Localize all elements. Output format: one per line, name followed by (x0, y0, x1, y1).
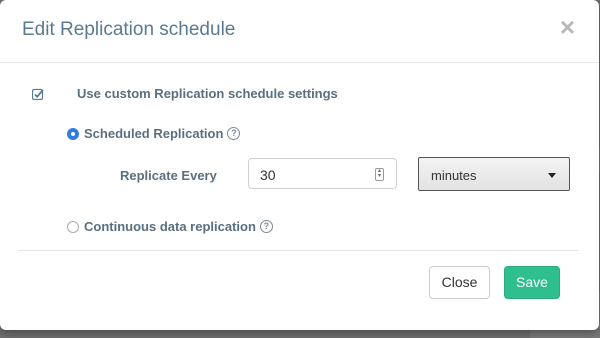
replicate-interval-value[interactable]: 30 (260, 167, 276, 183)
save-button[interactable]: Save (504, 266, 560, 299)
caret-down-icon (548, 173, 556, 178)
custom-settings-label: Use custom Replication schedule settings (77, 86, 338, 101)
modal-title: Edit Replication schedule (22, 19, 236, 40)
number-stepper-icon[interactable]: ▴ ▾ (375, 168, 384, 181)
custom-settings-row[interactable]: Use custom Replication schedule settings (32, 86, 338, 101)
scheduled-replication-radio[interactable] (67, 127, 79, 140)
scheduled-replication-option[interactable]: Scheduled Replication ? (67, 126, 241, 141)
help-icon[interactable]: ? (227, 127, 241, 140)
scheduled-replication-label: Scheduled Replication (84, 126, 224, 141)
replicate-every-label: Replicate Every (120, 168, 217, 183)
replicate-interval-input[interactable]: 30 ▴ ▾ (248, 158, 397, 189)
close-icon[interactable]: × (560, 14, 575, 40)
checkbox-checked-icon[interactable] (32, 88, 44, 100)
footer-divider (18, 250, 579, 251)
continuous-replication-radio[interactable] (67, 220, 79, 233)
continuous-replication-option[interactable]: Continuous data replication ? (67, 219, 273, 234)
replication-schedule-modal: Edit Replication schedule × Use custom R… (0, 0, 599, 330)
interval-unit-select[interactable]: minutes (418, 157, 570, 191)
help-icon[interactable]: ? (259, 220, 273, 233)
modal-header: Edit Replication schedule × (0, 0, 599, 63)
interval-unit-value: minutes (431, 168, 477, 183)
continuous-replication-label: Continuous data replication (84, 219, 256, 234)
close-button[interactable]: Close (429, 266, 490, 299)
